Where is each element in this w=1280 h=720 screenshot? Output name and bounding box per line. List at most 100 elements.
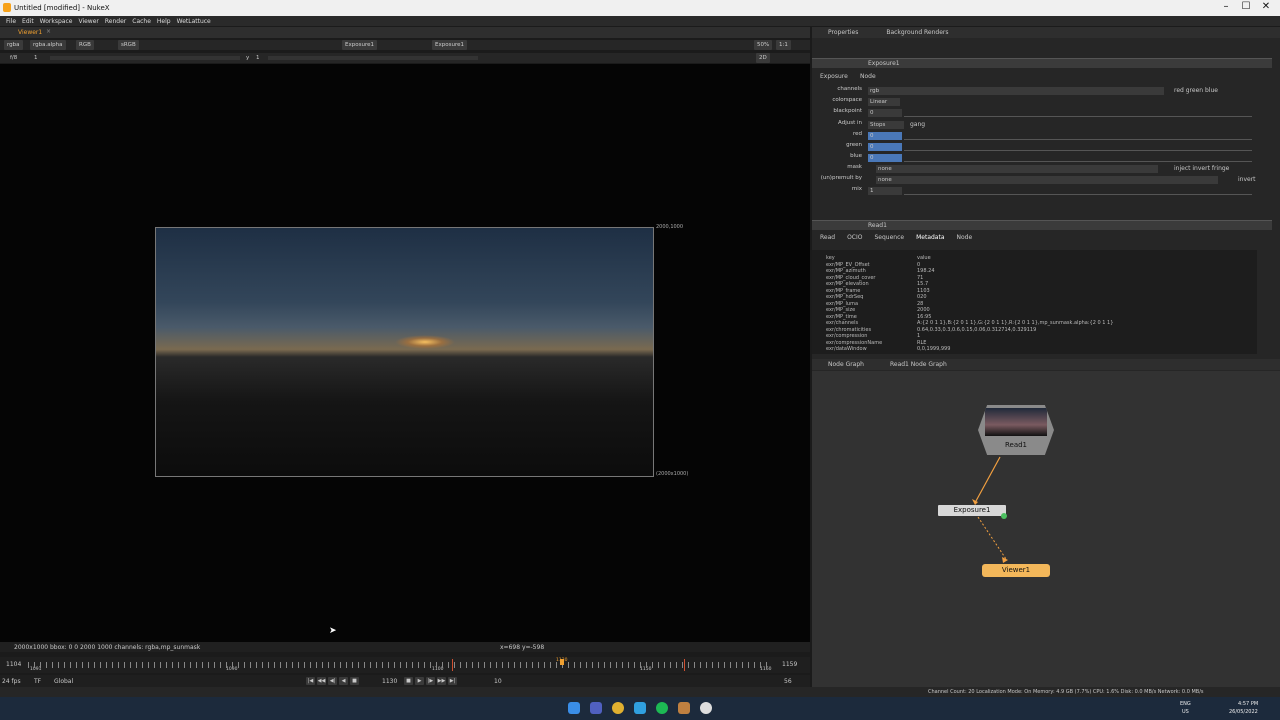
blue-field[interactable]: 0 bbox=[868, 154, 902, 162]
alpha-dropdown[interactable]: rgba.alpha bbox=[30, 40, 66, 50]
exposure-panel-header[interactable]: Exposure1 bbox=[812, 58, 1272, 68]
menu-render[interactable]: Render bbox=[105, 18, 126, 25]
close-tab-icon[interactable]: × bbox=[46, 28, 51, 35]
tab-metadata[interactable]: Metadata bbox=[916, 234, 944, 241]
frame-increment-field[interactable]: 10 bbox=[494, 678, 502, 685]
windows-start-icon[interactable] bbox=[568, 702, 580, 714]
play-backward-button[interactable]: ◀ bbox=[339, 677, 348, 685]
gamma-slider[interactable] bbox=[268, 56, 478, 60]
end-frame-field[interactable]: 56 bbox=[784, 678, 792, 685]
timeline-start[interactable]: 1104 bbox=[6, 661, 21, 668]
metadata-table[interactable]: key value exr/MP_EV_Offset 0 exr/MP_azimu… bbox=[812, 250, 1257, 354]
tab-background-renders[interactable]: Background Renders bbox=[886, 29, 948, 36]
green-slider[interactable] bbox=[904, 143, 1252, 151]
app-icon[interactable] bbox=[590, 702, 602, 714]
rgb-checkboxes[interactable]: red green blue bbox=[1174, 87, 1218, 94]
gain-slider[interactable] bbox=[50, 56, 240, 60]
channels-dropdown[interactable]: rgb bbox=[868, 87, 1164, 95]
app-icon[interactable] bbox=[634, 702, 646, 714]
menu-help[interactable]: Help bbox=[157, 18, 171, 25]
app-icon[interactable] bbox=[678, 702, 690, 714]
prev-keyframe-button[interactable]: ◀◀ bbox=[317, 677, 326, 685]
tab-node[interactable]: Node bbox=[957, 234, 973, 241]
blackpoint-field[interactable]: 0 bbox=[868, 109, 902, 117]
tab-sequence[interactable]: Sequence bbox=[874, 234, 904, 241]
exposure1-node[interactable]: Exposure1 bbox=[938, 505, 1006, 516]
display-dropdown[interactable]: RGB bbox=[76, 40, 94, 50]
lut-dropdown[interactable]: sRGB bbox=[118, 40, 139, 50]
mix-slider[interactable] bbox=[904, 187, 1252, 195]
mask-options[interactable]: inject invert fringe bbox=[1174, 165, 1229, 172]
tf-dropdown[interactable]: TF bbox=[34, 678, 41, 685]
close-button[interactable]: ✕ bbox=[1256, 1, 1276, 12]
playhead[interactable] bbox=[560, 659, 564, 665]
ratio-dropdown[interactable]: 1:1 bbox=[776, 40, 791, 50]
fps-field[interactable]: 24 fps bbox=[2, 678, 21, 685]
clock-time[interactable]: 4:57 PM bbox=[1238, 701, 1258, 707]
tab-exposure[interactable]: Exposure bbox=[820, 73, 848, 80]
menu-edit[interactable]: Edit bbox=[22, 18, 34, 25]
prev-frame-button[interactable]: ◀| bbox=[328, 677, 337, 685]
red-field[interactable]: 0 bbox=[868, 132, 902, 140]
mix-field[interactable]: 1 bbox=[868, 187, 902, 195]
view-mode-dropdown[interactable]: 2D bbox=[756, 53, 770, 63]
menu-cache[interactable]: Cache bbox=[132, 18, 151, 25]
exposure-node-name[interactable]: Exposure1 bbox=[868, 60, 900, 67]
b-input-dropdown[interactable]: Exposure1 bbox=[432, 40, 467, 50]
read-node-name[interactable]: Read1 bbox=[868, 222, 887, 229]
colorspace-dropdown[interactable]: Linear bbox=[868, 98, 900, 106]
in-point-marker[interactable] bbox=[452, 659, 453, 671]
tab-read1-node-graph[interactable]: Read1 Node Graph bbox=[890, 361, 947, 368]
green-field[interactable]: 0 bbox=[868, 143, 902, 151]
tab-ocio[interactable]: OCIO bbox=[847, 234, 862, 241]
zoom-dropdown[interactable]: 50% bbox=[754, 40, 773, 50]
last-frame-button[interactable]: ▶| bbox=[448, 677, 457, 685]
frame-step-field[interactable]: 1 bbox=[34, 53, 38, 63]
node-graph-canvas[interactable]: Read1 Exposure1 Viewer1 bbox=[812, 371, 1280, 687]
next-keyframe-button[interactable]: ▶▶ bbox=[437, 677, 446, 685]
out-point-marker[interactable] bbox=[684, 659, 685, 671]
mask-input-dot[interactable] bbox=[1001, 513, 1007, 519]
a-input-dropdown[interactable]: Exposure1 bbox=[342, 40, 377, 50]
minimize-button[interactable]: – bbox=[1216, 1, 1236, 12]
timeline-end[interactable]: 1159 bbox=[782, 661, 797, 668]
y-field[interactable]: 1 bbox=[256, 53, 260, 63]
clock-date[interactable]: 26/05/2022 bbox=[1229, 709, 1258, 715]
maximize-button[interactable]: ☐ bbox=[1236, 1, 1256, 12]
current-frame-field[interactable]: 1130 bbox=[382, 678, 397, 685]
spotify-icon[interactable] bbox=[656, 702, 668, 714]
tab-properties[interactable]: Properties bbox=[828, 29, 858, 36]
gang-checkbox[interactable]: gang bbox=[910, 121, 925, 128]
tab-node-graph[interactable]: Node Graph bbox=[828, 361, 864, 368]
first-frame-button[interactable]: |◀ bbox=[306, 677, 315, 685]
menu-file[interactable]: File bbox=[6, 18, 16, 25]
read1-node[interactable]: Read1 bbox=[978, 405, 1054, 455]
play-forward-button[interactable]: ▶ bbox=[415, 677, 424, 685]
table-row[interactable]: exr/dataWindow 0,0,1999,999 bbox=[812, 346, 1257, 353]
menu-workspace[interactable]: Workspace bbox=[40, 18, 73, 25]
region-indicator[interactable]: US bbox=[1182, 709, 1189, 715]
channels-dropdown[interactable]: rgba bbox=[4, 40, 23, 50]
app-icon[interactable] bbox=[700, 702, 712, 714]
tab-read[interactable]: Read bbox=[820, 234, 835, 241]
mask-dropdown[interactable]: none bbox=[876, 165, 1158, 173]
adjust-in-dropdown[interactable]: Stops bbox=[868, 121, 904, 129]
menu-wetlattuce[interactable]: WetLattuce bbox=[177, 18, 211, 25]
red-slider[interactable] bbox=[904, 132, 1252, 140]
stop-button[interactable]: ■ bbox=[350, 677, 359, 685]
premult-invert-checkbox[interactable]: invert bbox=[1238, 176, 1256, 183]
read-panel-header[interactable]: Read1 bbox=[812, 220, 1272, 230]
blackpoint-slider[interactable] bbox=[904, 109, 1252, 117]
fstop-field[interactable]: f/8 bbox=[10, 53, 17, 63]
stop-forward-button[interactable]: ■ bbox=[404, 677, 413, 685]
tab-node[interactable]: Node bbox=[860, 73, 876, 80]
viewer1-node[interactable]: Viewer1 bbox=[982, 564, 1050, 577]
tab-viewer1[interactable]: Viewer1 bbox=[18, 29, 42, 36]
language-indicator[interactable]: ENG bbox=[1180, 701, 1191, 707]
range-dropdown[interactable]: Global bbox=[54, 678, 73, 685]
menu-viewer[interactable]: Viewer bbox=[78, 18, 98, 25]
blue-slider[interactable] bbox=[904, 154, 1252, 162]
next-frame-button[interactable]: |▶ bbox=[426, 677, 435, 685]
premult-dropdown[interactable]: none bbox=[876, 176, 1218, 184]
chrome-icon[interactable] bbox=[612, 702, 624, 714]
